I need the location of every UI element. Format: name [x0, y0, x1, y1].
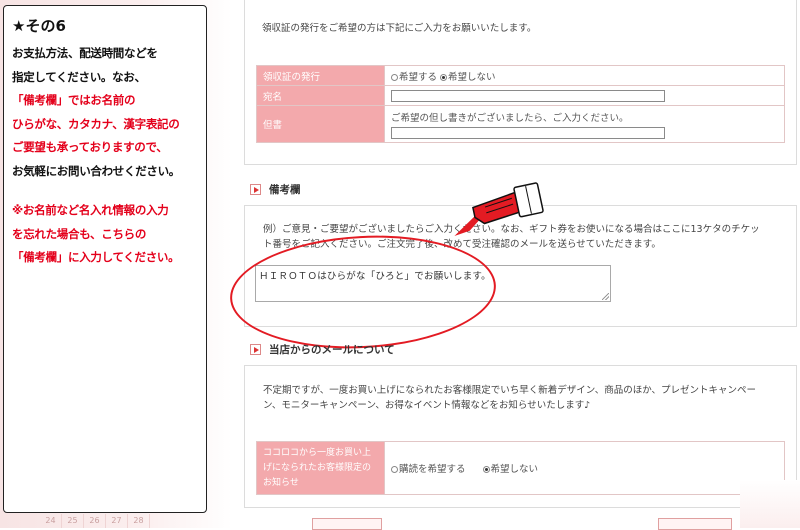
mail-subscribe-radio[interactable]	[391, 466, 398, 473]
receipt-note-hint: ご希望の但し書きがございましたら、ご入力ください。	[391, 112, 629, 124]
pointing-hand-icon	[454, 182, 544, 237]
receipt-name-input[interactable]	[391, 89, 665, 102]
notice-line: お支払方法、配送時間などを	[12, 46, 158, 60]
resize-grip-icon[interactable]	[602, 293, 609, 300]
notice-line: 「備考欄」ではお名前の	[12, 93, 136, 107]
mail-form: ココロコから一度お買い上げになられたお客様限定のお知らせ 購読を希望する 希望し…	[256, 441, 785, 495]
receipt-issue-yes-radio[interactable]	[391, 73, 398, 81]
radio-label: 購読を希望する	[399, 464, 466, 475]
receipt-issue-label: 領収証の発行	[256, 65, 385, 86]
calendar-strip: 24 25 26 27 28	[40, 514, 190, 528]
notice-line: 「備考欄」に入力してください。	[12, 250, 180, 264]
mail-desc-line2: ン、モニターキャンペーン、お得なイベント情報などをお知らせいたします♪	[263, 400, 591, 411]
notice-line: を忘れた場合も、こちらの	[12, 226, 147, 241]
notice-line: 指定してください。なお、	[12, 69, 146, 84]
section-arrow-icon	[250, 344, 261, 355]
right-decoration	[740, 480, 800, 528]
receipt-note-label: 但書	[256, 105, 385, 143]
section-arrow-icon	[250, 184, 261, 195]
instruction-notice: ★その6 お支払方法、配送時間などを 指定してください。なお、 「備考欄」ではお…	[3, 5, 207, 513]
mail-heading: 当店からのメールについて	[250, 342, 395, 357]
mail-pref-label: ココロコから一度お買い上げになられたお客様限定のお知らせ	[256, 441, 385, 495]
remarks-heading: 備考欄	[250, 182, 301, 197]
receipt-intro: 領収証の発行をご希望の方は下記にご入力をお願いいたします。	[262, 23, 537, 34]
receipt-name-label: 宛名	[256, 85, 385, 106]
receipt-issue-no-radio[interactable]	[440, 73, 448, 81]
calendar-day: 28	[128, 514, 150, 528]
calendar-day: 25	[62, 514, 84, 528]
mail-desc-line1: 不定期ですが、一度お買い上げになられたお客様限定でいち早く新着デザイン、商品のほ…	[263, 385, 757, 396]
notice-line: ご要望も承っておりますので、	[12, 140, 168, 154]
notice-line: ※お名前など名入れ情報の入力	[12, 203, 169, 217]
mail-decline-radio[interactable]	[482, 466, 490, 473]
notice-line: お気軽にお問い合わせください。	[12, 163, 180, 178]
remarks-heading-text: 備考欄	[269, 184, 301, 196]
back-button[interactable]	[312, 518, 382, 530]
radio-label: 希望する	[399, 71, 438, 83]
radio-label: 希望しない	[490, 464, 539, 475]
notice-line: ひらがな、カタカナ、漢字表記の	[12, 116, 180, 131]
mail-heading-text: 当店からのメールについて	[269, 344, 395, 356]
next-button[interactable]	[658, 518, 732, 530]
calendar-day: 26	[84, 514, 106, 528]
receipt-note-input[interactable]	[391, 126, 665, 139]
receipt-issue-options: 希望する 希望しない	[384, 65, 785, 86]
receipt-form: 領収証の発行 希望する 希望しない 宛名 但書 ご希望の但し書きがございましたら…	[256, 65, 785, 143]
calendar-day: 24	[40, 514, 62, 528]
calendar-day: 27	[106, 514, 128, 528]
notice-title: ★その6	[12, 17, 66, 35]
radio-label: 希望しない	[448, 71, 496, 83]
mail-pref-options: 購読を希望する 希望しない	[384, 441, 785, 495]
